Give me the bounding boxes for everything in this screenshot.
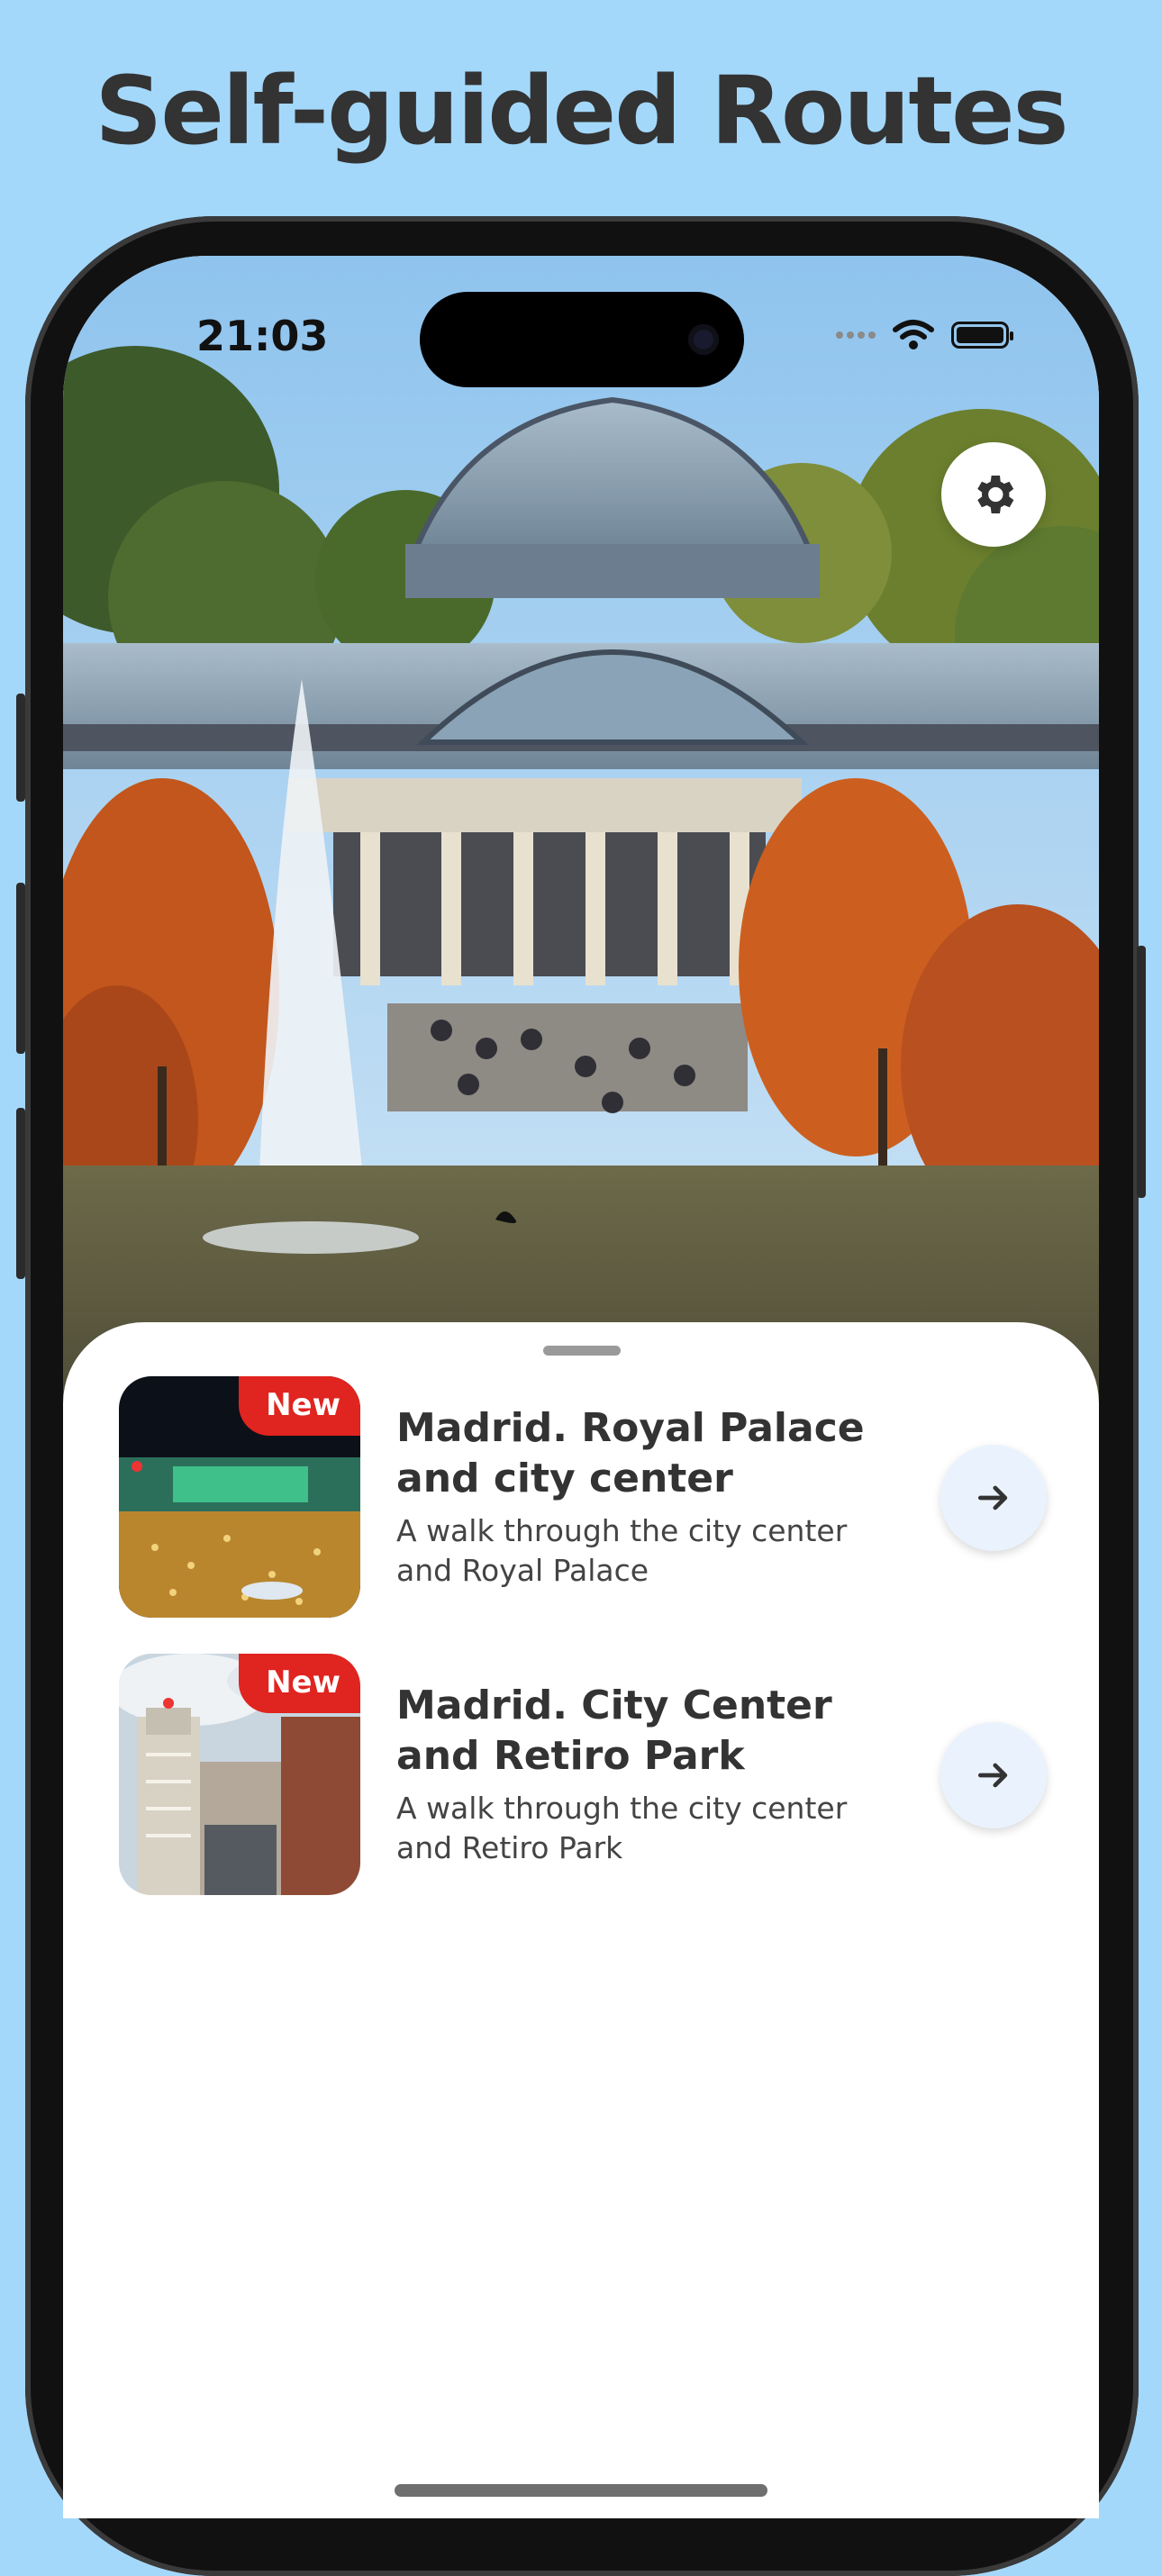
open-route-button[interactable] bbox=[940, 1722, 1047, 1828]
route-description: A walk through the city center and Royal… bbox=[396, 1513, 848, 1588]
page-headline: Self-guided Routes bbox=[95, 56, 1068, 166]
new-badge: New bbox=[239, 1654, 360, 1713]
phone-screen: 21:03 New Madrid. Royal Palace and city … bbox=[63, 256, 1099, 2518]
cellular-signal-icon bbox=[836, 331, 876, 339]
hero-image bbox=[63, 256, 1099, 1427]
route-title: Madrid. Royal Palace and city center bbox=[396, 1405, 865, 1501]
route-card[interactable]: New Madrid. City Center and Retiro Park … bbox=[119, 1654, 1047, 1897]
route-thumbnail: New bbox=[119, 1654, 360, 1895]
battery-icon bbox=[951, 322, 1013, 349]
dynamic-island bbox=[420, 292, 744, 387]
route-title: Madrid. City Center and Retiro Park bbox=[396, 1683, 832, 1779]
route-thumbnail: New bbox=[119, 1376, 360, 1618]
new-badge: New bbox=[239, 1376, 360, 1436]
settings-button[interactable] bbox=[941, 442, 1046, 547]
home-indicator[interactable] bbox=[395, 2484, 767, 2497]
open-route-button[interactable] bbox=[940, 1445, 1047, 1551]
action-button bbox=[16, 694, 25, 802]
route-card[interactable]: New Madrid. Royal Palace and city center… bbox=[119, 1376, 1047, 1619]
gear-icon bbox=[977, 476, 1014, 513]
power-button bbox=[1137, 946, 1146, 1198]
status-icons bbox=[836, 319, 1013, 351]
status-time: 21:03 bbox=[196, 312, 329, 360]
arrow-right-icon bbox=[977, 1763, 1008, 1788]
arrow-right-icon bbox=[977, 1485, 1008, 1510]
front-camera bbox=[688, 324, 719, 355]
volume-down-button bbox=[16, 1108, 25, 1279]
volume-up-button bbox=[16, 883, 25, 1054]
sheet-grabber[interactable] bbox=[543, 1346, 621, 1356]
wifi-icon bbox=[893, 320, 934, 349]
route-description: A walk through the city center and Retir… bbox=[396, 1791, 848, 1865]
routes-sheet: New Madrid. Royal Palace and city center… bbox=[63, 1322, 1099, 2518]
